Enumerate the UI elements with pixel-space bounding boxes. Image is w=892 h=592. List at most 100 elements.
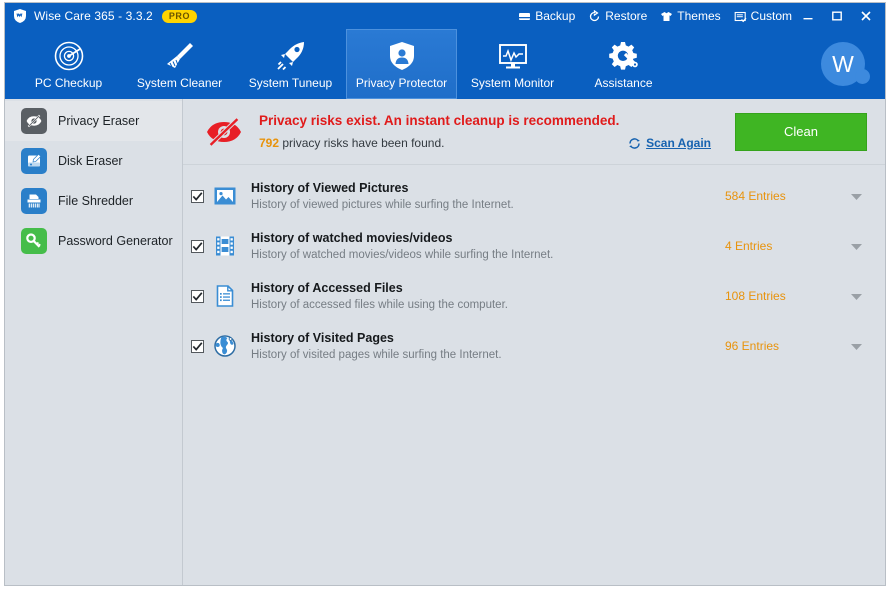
rocket-icon xyxy=(275,38,307,72)
scan-again-label: Scan Again xyxy=(646,136,711,150)
nav-item-system-cleaner[interactable]: System Cleaner xyxy=(124,29,235,99)
row-texts: History of watched movies/videos History… xyxy=(251,231,725,261)
nav-item-privacy-protector[interactable]: Privacy Protector xyxy=(346,29,457,99)
close-button[interactable] xyxy=(853,5,879,27)
nav-label-system-tuneup: System Tuneup xyxy=(248,76,333,90)
risk-count: 792 xyxy=(259,136,280,150)
row-title: History of Accessed Files xyxy=(251,281,403,295)
row-entry-count: 96 Entries xyxy=(725,339,780,353)
eye-off-icon xyxy=(21,108,47,134)
row-checkbox[interactable] xyxy=(191,239,204,253)
radar-icon xyxy=(53,38,85,72)
sidebar-label-file-shredder: File Shredder xyxy=(58,194,134,208)
monitor-icon xyxy=(497,38,529,72)
content-area: Privacy risks exist. An instant cleanup … xyxy=(183,99,885,585)
sidebar-label-privacy-eraser: Privacy Eraser xyxy=(58,114,140,128)
gear-wrench-icon xyxy=(608,38,640,72)
restore-label: Restore xyxy=(605,9,648,23)
chevron-down-icon[interactable] xyxy=(845,192,867,201)
nav-item-system-tuneup[interactable]: System Tuneup xyxy=(235,29,346,99)
globe-icon xyxy=(212,333,238,359)
restore-button[interactable]: Restore xyxy=(588,9,647,23)
sidebar-item-privacy-eraser[interactable]: Privacy Eraser xyxy=(5,101,182,141)
sidebar-label-disk-eraser: Disk Eraser xyxy=(58,154,123,168)
risk-count-suffix: privacy risks have been found. xyxy=(282,136,445,150)
row-description: History of watched movies/videos while s… xyxy=(251,249,554,261)
list-item[interactable]: History of watched movies/videos History… xyxy=(183,221,885,271)
row-entry-count: 4 Entries xyxy=(725,239,773,253)
row-texts: History of Visited Pages History of visi… xyxy=(251,331,725,361)
maximize-button[interactable] xyxy=(824,5,850,27)
row-entry-count: 584 Entries xyxy=(725,189,786,203)
nav-item-system-monitor[interactable]: System Monitor xyxy=(457,29,568,99)
nav-label-pc-checkup: PC Checkup xyxy=(34,76,103,90)
scan-again-button[interactable]: Scan Again xyxy=(628,136,711,150)
sidebar: Privacy Eraser Disk Eraser File Shredder… xyxy=(5,99,183,585)
nav-item-assistance[interactable]: Assistance xyxy=(568,29,679,99)
list-item[interactable]: History of Accessed Files History of acc… xyxy=(183,271,885,321)
row-title: History of Viewed Pictures xyxy=(251,181,409,195)
banner-texts: Privacy risks exist. An instant cleanup … xyxy=(259,113,628,150)
list-item[interactable]: History of Viewed Pictures History of vi… xyxy=(183,171,885,221)
sidebar-label-password-generator: Password Generator xyxy=(58,234,173,248)
minimize-button[interactable] xyxy=(795,5,821,27)
row-title: History of Visited Pages xyxy=(251,331,394,345)
row-checkbox[interactable] xyxy=(191,339,204,353)
custom-button[interactable]: Custom xyxy=(734,9,792,23)
key-icon xyxy=(21,228,47,254)
row-texts: History of Viewed Pictures History of vi… xyxy=(251,181,725,211)
disk-icon xyxy=(21,148,47,174)
row-description: History of viewed pictures while surfing… xyxy=(251,199,514,211)
themes-label: Themes xyxy=(677,9,721,23)
themes-button[interactable]: Themes xyxy=(660,9,721,23)
restore-icon xyxy=(588,9,605,23)
sidebar-item-password-generator[interactable]: Password Generator xyxy=(5,221,182,261)
document-icon xyxy=(212,283,238,309)
backup-label: Backup xyxy=(535,9,576,23)
banner-title: Privacy risks exist. An instant cleanup … xyxy=(259,113,620,128)
row-description: History of visited pages while surfing t… xyxy=(251,349,502,361)
nav-label-system-monitor: System Monitor xyxy=(470,76,555,90)
picture-icon xyxy=(212,183,238,209)
row-checkbox[interactable] xyxy=(191,189,204,203)
main-navigation: PC Checkup System Cleaner System Tuneup … xyxy=(5,29,885,99)
nav-label-assistance: Assistance xyxy=(594,76,653,90)
row-checkbox[interactable] xyxy=(191,289,204,303)
privacy-risk-icon xyxy=(201,112,247,152)
row-title: History of watched movies/videos xyxy=(251,231,453,245)
shield-icon xyxy=(12,8,34,24)
chevron-down-icon[interactable] xyxy=(845,292,867,301)
privacy-items-list: History of Viewed Pictures History of vi… xyxy=(183,165,885,585)
title-bar: Wise Care 365 - 3.3.2 PRO Backup Restore… xyxy=(5,3,885,29)
title-bar-right: Backup Restore Themes Custom xyxy=(505,5,885,27)
custom-label: Custom xyxy=(750,9,792,23)
row-entry-count: 108 Entries xyxy=(725,289,786,303)
shredder-icon xyxy=(21,188,47,214)
nav-label-privacy-protector: Privacy Protector xyxy=(355,76,448,90)
list-item[interactable]: History of Visited Pages History of visi… xyxy=(183,321,885,371)
pro-badge: PRO xyxy=(161,9,198,23)
backup-icon xyxy=(518,10,535,23)
clean-button[interactable]: Clean xyxy=(735,112,867,151)
custom-icon xyxy=(734,10,751,23)
status-banner: Privacy risks exist. An instant cleanup … xyxy=(183,99,885,165)
app-window: Wise Care 365 - 3.3.2 PRO Backup Restore… xyxy=(4,2,886,586)
row-description: History of accessed files while using th… xyxy=(251,299,508,311)
avatar[interactable]: W xyxy=(821,42,870,86)
sidebar-item-disk-eraser[interactable]: Disk Eraser xyxy=(5,141,182,181)
chevron-down-icon[interactable] xyxy=(845,242,867,251)
film-icon xyxy=(212,233,238,259)
sidebar-item-file-shredder[interactable]: File Shredder xyxy=(5,181,182,221)
themes-icon xyxy=(660,10,677,23)
backup-button[interactable]: Backup xyxy=(518,9,575,23)
refresh-icon xyxy=(628,137,646,150)
banner-subtitle: 792 privacy risks have been found. xyxy=(259,136,628,150)
chevron-down-icon[interactable] xyxy=(845,342,867,351)
row-texts: History of Accessed Files History of acc… xyxy=(251,281,725,311)
nav-label-system-cleaner: System Cleaner xyxy=(136,76,223,90)
shield-person-icon xyxy=(386,38,418,72)
nav-item-pc-checkup[interactable]: PC Checkup xyxy=(13,29,124,99)
title-bar-left: Wise Care 365 - 3.3.2 PRO xyxy=(5,8,198,24)
app-title: Wise Care 365 - 3.3.2 xyxy=(34,9,153,23)
broom-icon xyxy=(164,38,196,72)
